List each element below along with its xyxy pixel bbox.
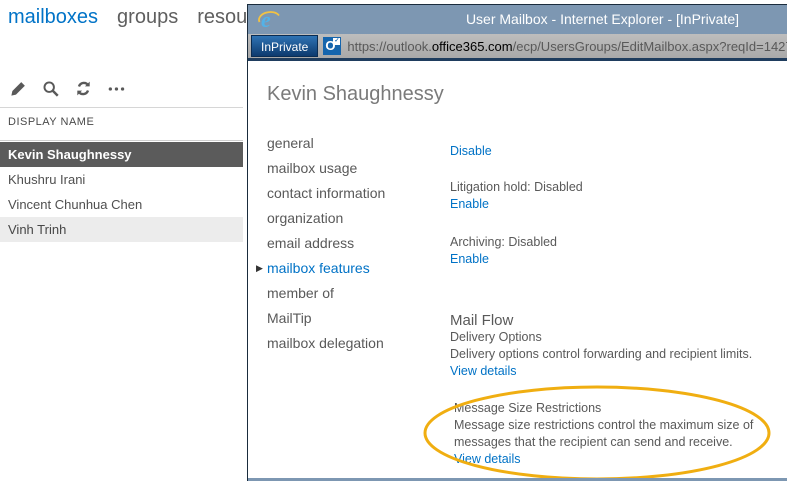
- dialog-nav: general mailbox usage contact informatio…: [267, 131, 385, 356]
- more-options-icon[interactable]: [106, 78, 127, 99]
- dialog-content: Kevin Shaughnessy general mailbox usage …: [248, 61, 787, 478]
- litigation-hold-status: Litigation hold: Disabled: [450, 179, 583, 196]
- message-size-section: Message Size Restrictions Message size r…: [454, 400, 787, 468]
- nav-general[interactable]: general: [267, 131, 385, 156]
- inprivate-badge: InPrivate: [251, 35, 318, 57]
- divider: [0, 140, 243, 141]
- message-size-title: Message Size Restrictions: [454, 400, 787, 417]
- archiving-section: Archiving: Disabled Enable: [450, 234, 557, 268]
- disable-section: Disable: [450, 143, 492, 160]
- table-row[interactable]: Khushru Irani: [0, 167, 243, 192]
- page-title: Kevin Shaughnessy: [267, 83, 444, 106]
- table-row[interactable]: Kevin Shaughnessy: [0, 142, 243, 167]
- internet-explorer-icon: e: [257, 7, 281, 31]
- svg-text:e: e: [261, 7, 271, 31]
- nav-contact-information[interactable]: contact information: [267, 181, 385, 206]
- message-size-description: Message size restrictions control the ma…: [454, 417, 787, 451]
- ecp-background-page: mailboxes groups resources: [0, 0, 247, 493]
- window-title: User Mailbox - Internet Explorer - [InPr…: [418, 5, 787, 34]
- table-row[interactable]: Vinh Trinh: [0, 217, 243, 242]
- list-toolbar: [7, 78, 127, 99]
- litigation-hold-section: Litigation hold: Disabled Enable: [450, 179, 583, 213]
- nav-mailbox-usage[interactable]: mailbox usage: [267, 156, 385, 181]
- refresh-icon[interactable]: [73, 78, 94, 99]
- tab-groups[interactable]: groups: [117, 6, 178, 29]
- nav-email-address[interactable]: email address: [267, 231, 385, 256]
- url-field[interactable]: https://outlook.office365.com/ecp/UsersG…: [347, 39, 787, 54]
- ie-address-bar: InPrivate O ✓ https://outlook.office365.…: [248, 34, 787, 61]
- edit-pencil-icon[interactable]: [7, 78, 28, 99]
- tab-mailboxes[interactable]: mailboxes: [8, 6, 98, 29]
- table-row[interactable]: Vincent Chunhua Chen: [0, 192, 243, 217]
- delivery-options-description: Delivery options control forwarding and …: [450, 346, 785, 363]
- delivery-options-title: Delivery Options: [450, 329, 785, 346]
- mail-flow-section: Mail Flow Delivery Options Delivery opti…: [450, 312, 785, 380]
- nav-mailtip[interactable]: MailTip: [267, 306, 385, 331]
- column-header-display-name[interactable]: DISPLAY NAME: [8, 116, 94, 128]
- screen: mailboxes groups resources: [0, 0, 787, 493]
- nav-mailbox-delegation[interactable]: mailbox delegation: [267, 331, 385, 356]
- archiving-enable-link[interactable]: Enable: [450, 252, 489, 266]
- nav-member-of[interactable]: member of: [267, 281, 385, 306]
- disable-link[interactable]: Disable: [450, 144, 492, 158]
- outlook-check-glyph: ✓: [333, 38, 340, 45]
- nav-organization[interactable]: organization: [267, 206, 385, 231]
- archiving-status: Archiving: Disabled: [450, 234, 557, 251]
- mail-flow-heading: Mail Flow: [450, 312, 785, 329]
- selected-arrow-icon: ▶: [256, 256, 263, 281]
- ie-titlebar[interactable]: e User Mailbox - Internet Explorer - [In…: [248, 5, 787, 34]
- outlook-favicon-icon: O ✓: [323, 37, 341, 55]
- nav-mailbox-features[interactable]: ▶mailbox features: [267, 256, 385, 281]
- ie-window: e User Mailbox - Internet Explorer - [In…: [247, 4, 787, 481]
- delivery-view-details-link[interactable]: View details: [450, 364, 516, 378]
- mailbox-list: Kevin Shaughnessy Khushru Irani Vincent …: [0, 142, 243, 242]
- search-icon[interactable]: [40, 78, 61, 99]
- litigation-enable-link[interactable]: Enable: [450, 197, 489, 211]
- message-size-view-details-link[interactable]: View details: [454, 452, 520, 466]
- divider: [0, 107, 243, 108]
